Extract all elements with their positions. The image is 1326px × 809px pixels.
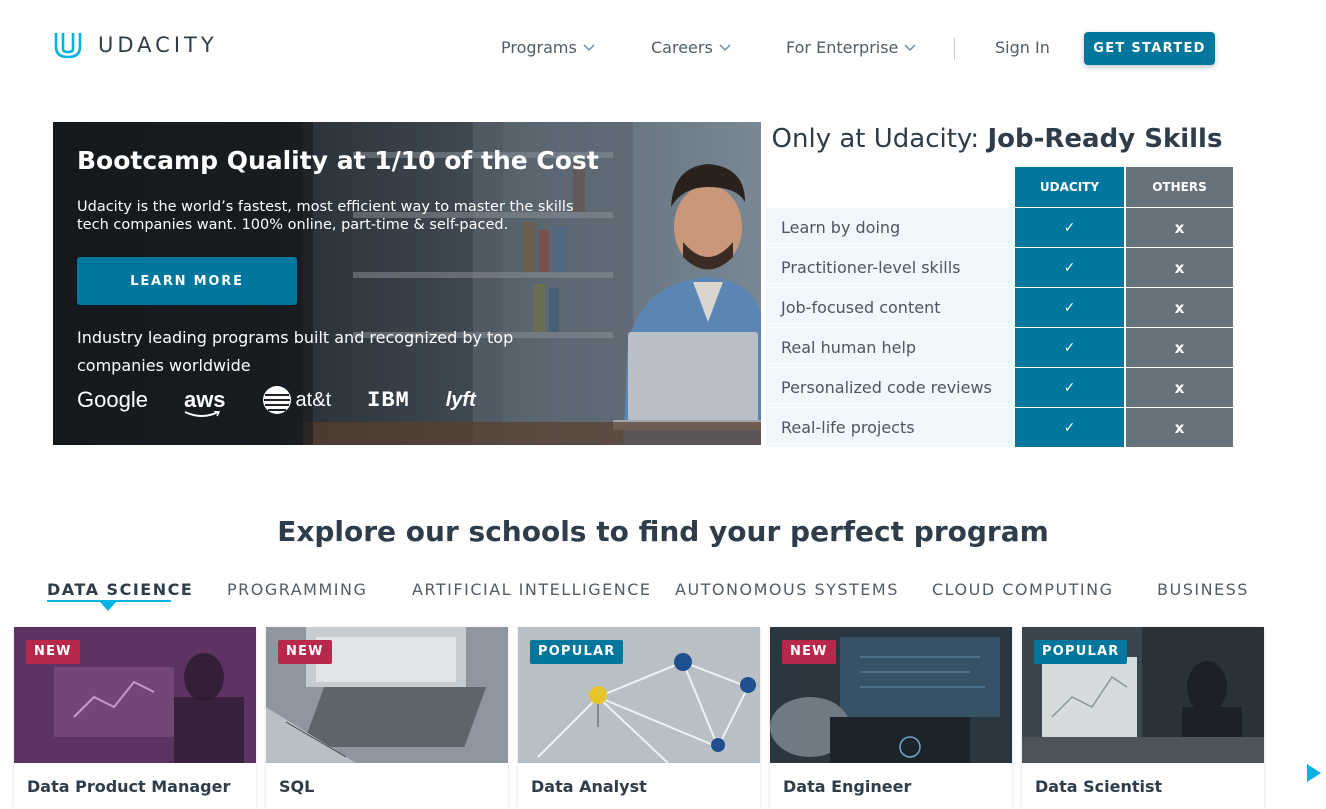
popular-badge: POPULAR	[530, 640, 624, 664]
comparison-title-bold: Job-Ready Skills	[987, 124, 1223, 154]
att-globe-icon	[262, 386, 291, 414]
check-icon: ✓	[1015, 328, 1124, 367]
new-badge: NEW	[278, 640, 332, 664]
chevron-down-icon	[719, 43, 731, 51]
chevron-down-icon	[904, 43, 916, 51]
new-badge: NEW	[782, 640, 836, 664]
tab-autonomous-systems[interactable]: AUTONOMOUS SYSTEMS	[675, 580, 899, 599]
comparison-row-label: Real-life projects	[766, 408, 1015, 447]
program-card-title: Data Analyst	[531, 777, 647, 796]
program-card-title: SQL	[279, 777, 315, 796]
tab-cloud-computing[interactable]: CLOUD COMPUTING	[932, 580, 1114, 599]
column-header-others: OTHERS	[1126, 167, 1233, 207]
nav-enterprise[interactable]: For Enterprise	[786, 38, 916, 57]
tab-artificial-intelligence[interactable]: ARTIFICIAL INTELLIGENCE	[412, 580, 652, 599]
tab-programming[interactable]: PROGRAMMING	[227, 580, 367, 599]
ibm-logo: IBM	[367, 387, 410, 413]
hero-subtitle: Udacity is the world’s fastest, most eff…	[77, 199, 574, 233]
column-header-udacity: UDACITY	[1015, 167, 1124, 207]
comparison-row-label: Job-focused content	[766, 288, 1015, 327]
check-icon: ✓	[1015, 248, 1124, 287]
new-badge: NEW	[26, 640, 80, 664]
program-card-title: Data Scientist	[1035, 777, 1163, 796]
nav-enterprise-label: For Enterprise	[786, 38, 899, 57]
get-started-button[interactable]: GET STARTED	[1084, 32, 1215, 65]
sign-in-link[interactable]: Sign In	[995, 38, 1050, 57]
comparison-row: Real-life projects ✓ x	[766, 408, 1233, 447]
carousel-next-icon[interactable]	[1307, 764, 1321, 782]
nav-careers[interactable]: Careers	[651, 38, 731, 57]
tab-business[interactable]: BUSINESS	[1157, 580, 1249, 599]
cross-icon: x	[1126, 328, 1233, 367]
hero-title: Bootcamp Quality at 1/10 of the Cost	[77, 146, 599, 175]
comparison-row: Job-focused content ✓ x	[766, 288, 1233, 327]
cross-icon: x	[1126, 288, 1233, 327]
check-icon: ✓	[1015, 368, 1124, 407]
top-nav: UDACITY Programs Careers For Enterprise …	[0, 0, 1326, 100]
cross-icon: x	[1126, 248, 1233, 287]
comparison-row-label: Real human help	[766, 328, 1015, 367]
logo-text: UDACITY	[98, 33, 218, 57]
program-card-title: Data Product Manager	[27, 777, 231, 796]
nav-careers-label: Careers	[651, 38, 713, 57]
cross-icon: x	[1126, 408, 1233, 447]
program-card-data-scientist[interactable]: POPULAR Data Scientist	[1022, 627, 1264, 809]
program-card-sql[interactable]: NEW SQL	[266, 627, 508, 809]
nav-programs[interactable]: Programs	[501, 38, 595, 57]
hero-banner: Bootcamp Quality at 1/10 of the Cost Uda…	[53, 122, 761, 445]
schools-title: Explore our schools to find your perfect…	[277, 515, 1049, 548]
check-icon: ✓	[1015, 408, 1124, 447]
cross-icon: x	[1126, 208, 1233, 247]
nav-programs-label: Programs	[501, 38, 577, 57]
att-logo-text: at&t	[295, 388, 332, 411]
program-card-data-engineer[interactable]: NEW Data Engineer	[770, 627, 1012, 809]
comparison-row: Real human help ✓ x	[766, 328, 1233, 367]
partner-logos: Google aws at&t IBM lyft	[77, 384, 512, 417]
tab-data-science[interactable]: DATA SCIENCE	[47, 580, 193, 599]
hero-industry-text: Industry leading programs built and reco…	[77, 328, 514, 375]
udacity-logo-icon	[54, 33, 82, 59]
comparison-row-label: Learn by doing	[766, 208, 1015, 247]
cross-icon: x	[1126, 368, 1233, 407]
comparison-title: Only at Udacity: Job-Ready Skills	[762, 124, 1232, 154]
aws-logo-text: aws	[183, 387, 226, 412]
nav-divider	[954, 38, 955, 60]
active-tab-pointer	[100, 602, 116, 611]
lyft-logo: lyft	[445, 388, 476, 411]
program-card-data-analyst[interactable]: POPULAR Data Analyst	[518, 627, 760, 809]
aws-smile-icon	[184, 411, 220, 417]
comparison-row: Personalized code reviews ✓ x	[766, 368, 1233, 407]
udacity-logo[interactable]: UDACITY	[52, 29, 218, 61]
att-logo: at&t	[262, 385, 332, 415]
comparison-title-prefix: Only at Udacity:	[771, 124, 988, 154]
program-card-title: Data Engineer	[783, 777, 912, 796]
comparison-row: Practitioner-level skills ✓ x	[766, 248, 1233, 287]
aws-logo: aws	[183, 387, 226, 417]
learn-more-button[interactable]: LEARN MORE	[77, 257, 297, 305]
check-icon: ✓	[1015, 288, 1124, 327]
comparison-row: Learn by doing ✓ x	[766, 208, 1233, 247]
check-icon: ✓	[1015, 208, 1124, 247]
chevron-down-icon	[583, 43, 595, 51]
program-card-data-product-manager[interactable]: NEW Data Product Manager	[14, 627, 256, 809]
google-logo: Google	[77, 387, 148, 412]
popular-badge: POPULAR	[1034, 640, 1128, 664]
comparison-row-label: Personalized code reviews	[766, 368, 1015, 407]
comparison-row-label: Practitioner-level skills	[766, 248, 1015, 287]
